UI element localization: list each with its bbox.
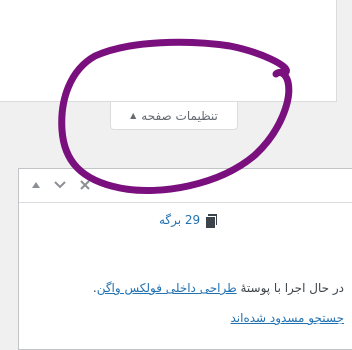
search-blocked-link[interactable]: جستجو مسدود شده‌اند (230, 311, 344, 325)
move-up-icon[interactable] (25, 174, 47, 196)
pages-count-label: 29 برگه (159, 213, 201, 227)
at-a-glance-widget: 29 برگه ه در حال اجرا با پوستهٔ طراحی دا… (18, 168, 352, 350)
triangle-up-icon: ▲ (130, 111, 137, 120)
chevron-down-icon[interactable] (49, 174, 71, 196)
screen-options-toggle[interactable]: تنظیمات صفحه ▲ (110, 102, 238, 130)
screen-options-panel (0, 0, 337, 102)
screen-options-label: تنظیمات صفحه (141, 108, 218, 123)
pages-count-link[interactable]: 29 برگه (159, 213, 218, 228)
close-icon[interactable] (74, 174, 96, 196)
widget-header (19, 169, 352, 203)
theme-link[interactable]: طراحی داخلی فولکس واگن (97, 281, 237, 295)
theme-prefix: در حال اجرا با پوستهٔ (240, 281, 344, 295)
page-icon (206, 213, 218, 228)
theme-info: در حال اجرا با پوستهٔ طراحی داخلی فولکس … (44, 281, 344, 295)
